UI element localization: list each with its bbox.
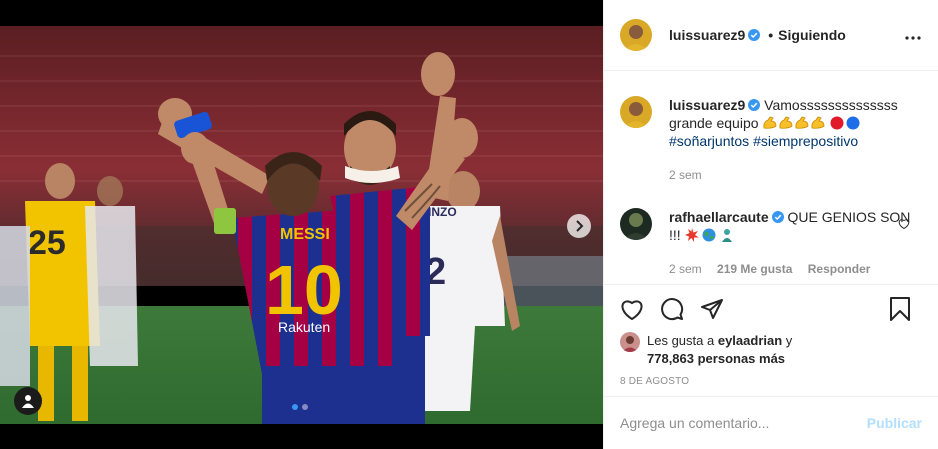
save-button[interactable] (889, 297, 911, 324)
ellipsis-icon (905, 36, 921, 40)
comment-button[interactable] (660, 297, 684, 321)
chevron-right-icon (576, 220, 584, 232)
caption-emojis (759, 115, 861, 131)
flexed-biceps-icon (763, 116, 777, 129)
comment-age[interactable]: 2 sem (669, 262, 702, 276)
heart-icon (898, 219, 910, 230)
post-caption: luissuarez9 Vamossssssssssssss grande eq… (620, 96, 922, 184)
carousel-dot-active (292, 404, 298, 410)
globe-icon (702, 228, 716, 242)
likes-count[interactable]: 778,863 personas más (647, 351, 785, 366)
post-panel: luissuarez9 • Siguiendo luissuarez9 Vamo… (603, 0, 938, 449)
likes-prefix: Les gusta a (647, 333, 715, 348)
flexed-biceps-icon (811, 116, 825, 129)
jersey-sponsor: Rakuten (278, 319, 330, 335)
commenter-avatar[interactable] (620, 208, 652, 240)
carousel-next-button[interactable] (567, 214, 591, 238)
reply-button[interactable]: Responder (808, 262, 871, 276)
collision-icon (684, 228, 699, 242)
hashtag-link[interactable]: #siemprepositivo (753, 133, 858, 149)
bookmark-icon (890, 297, 910, 321)
publish-button[interactable]: Publicar (867, 415, 922, 431)
post-header: luissuarez9 • Siguiendo (604, 0, 938, 71)
likes-joiner: y (785, 333, 793, 348)
share-button[interactable] (700, 297, 724, 321)
jersey-number: 10 (265, 251, 343, 329)
post-photo[interactable]: 25 INZO 2 MESSI 10 Rakuten (0, 26, 603, 424)
post-media: 25 INZO 2 MESSI 10 Rakuten (0, 0, 603, 449)
comment-icon (661, 298, 684, 321)
caption-age[interactable]: 2 sem (669, 168, 702, 182)
red-circle-icon (830, 116, 844, 130)
comments-list: luissuarez9 Vamossssssssssssss grande eq… (604, 72, 938, 284)
comment-emojis (684, 227, 735, 243)
more-options-button[interactable] (905, 27, 921, 43)
blue-circle-icon (846, 116, 860, 130)
caption-author-avatar[interactable] (620, 96, 652, 128)
paper-plane-icon (701, 299, 723, 319)
author-username[interactable]: luissuarez9 (669, 27, 745, 43)
comment-item: rafhaellarcaute QUE GENIOS SON !!! 2 sem… (620, 208, 922, 278)
flexed-biceps-icon (779, 116, 793, 129)
post-date[interactable]: 8 DE AGOSTO (620, 376, 922, 387)
flexed-biceps-icon (795, 116, 809, 129)
hashtag-link[interactable]: #soñarjuntos (669, 133, 749, 149)
white-player-name: INZO (428, 205, 457, 219)
genie-icon (722, 229, 733, 242)
liker-username[interactable]: eylaadrian (718, 333, 782, 348)
verified-badge-icon (748, 99, 761, 111)
post-actions: Les gusta a eylaadrian y 778,863 persona… (604, 284, 938, 396)
carousel-indicator (292, 404, 308, 410)
verified-badge-icon (771, 211, 784, 223)
user-tag-icon (22, 395, 34, 408)
liker-avatar[interactable] (620, 332, 640, 352)
carousel-dot (302, 404, 308, 410)
comment-likes[interactable]: 219 Me gusta (717, 262, 792, 276)
caption-username[interactable]: luissuarez9 (669, 97, 745, 113)
user-tag-button[interactable] (14, 387, 42, 415)
yellow-player-number: 25 (28, 224, 66, 262)
likes-summary: Les gusta a eylaadrian y 778,863 persona… (620, 332, 922, 368)
follow-separator: • (768, 27, 774, 43)
jersey-name: MESSI (280, 226, 330, 243)
comment-input[interactable] (620, 415, 867, 431)
comment-like-button[interactable] (898, 216, 910, 232)
author-avatar[interactable] (620, 19, 652, 51)
verified-badge-icon (748, 29, 761, 41)
commenter-username[interactable]: rafhaellarcaute (669, 209, 769, 225)
like-button[interactable] (620, 298, 644, 320)
heart-icon (621, 300, 643, 320)
following-button[interactable]: Siguiendo (778, 27, 846, 43)
comment-composer: Publicar (604, 396, 938, 449)
